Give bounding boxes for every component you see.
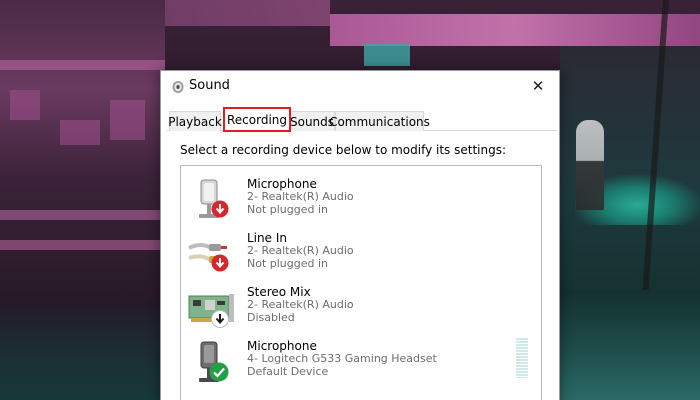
black-down-arrow-icon [211, 310, 229, 328]
device-name: Microphone [247, 177, 317, 191]
background-stripe [0, 60, 165, 70]
background-window [60, 120, 100, 145]
dialog-titlebar[interactable]: Sound ✕ [161, 71, 559, 101]
device-name: Stereo Mix [247, 285, 311, 299]
sound-dialog: Sound ✕ Playback Recording Sounds Commun… [160, 70, 560, 400]
device-driver: 2- Realtek(R) Audio [247, 190, 354, 203]
background-left-building [0, 0, 165, 300]
device-driver: 2- Realtek(R) Audio [247, 298, 354, 311]
background-roof-right [330, 14, 700, 46]
dialog-title: Sound [189, 78, 230, 93]
device-driver: 4- Logitech G533 Gaming Headset [247, 352, 437, 365]
list-item-stereo-mix[interactable]: Stereo Mix 2- Realtek(R) Audio Disabled [181, 282, 521, 336]
speaker-icon [171, 79, 185, 93]
background-stripe [0, 210, 165, 220]
close-icon: ✕ [531, 77, 545, 95]
red-down-arrow-icon [211, 254, 229, 272]
tab-communications[interactable]: Communications [329, 111, 430, 131]
background-window [110, 100, 145, 140]
tab-playback[interactable]: Playback [168, 111, 222, 131]
device-name: Microphone [247, 339, 317, 353]
close-button[interactable]: ✕ [517, 71, 559, 101]
list-item-microphone-logitech[interactable]: Microphone 4- Logitech G533 Gaming Heads… [181, 336, 521, 390]
device-status: Default Device [247, 365, 329, 378]
device-status: Not plugged in [247, 257, 329, 270]
audio-level-meter [516, 338, 528, 378]
background-floor-right [560, 290, 700, 400]
background-stripe [0, 240, 165, 250]
device-status: Not plugged in [247, 203, 329, 216]
green-check-icon [209, 362, 229, 382]
background-sign [364, 44, 410, 66]
device-name: Line In [247, 231, 287, 245]
tab-recording[interactable]: Recording [223, 107, 291, 132]
red-down-arrow-icon [211, 200, 229, 218]
recording-device-list[interactable]: Microphone 2- Realtek(R) Audio Not plugg… [180, 165, 542, 400]
device-driver: 2- Realtek(R) Audio [247, 244, 354, 257]
instructions-text: Select a recording device below to modif… [180, 143, 507, 157]
device-status: Disabled [247, 311, 295, 324]
background-floor-left [0, 300, 165, 400]
background-window [10, 90, 40, 120]
list-item-line-in[interactable]: Line In 2- Realtek(R) Audio Not plugged … [181, 228, 521, 282]
list-item-microphone-realtek[interactable]: Microphone 2- Realtek(R) Audio Not plugg… [181, 174, 521, 228]
background-person [576, 120, 604, 210]
tab-bar: Playback Recording Sounds Communications [167, 107, 557, 132]
